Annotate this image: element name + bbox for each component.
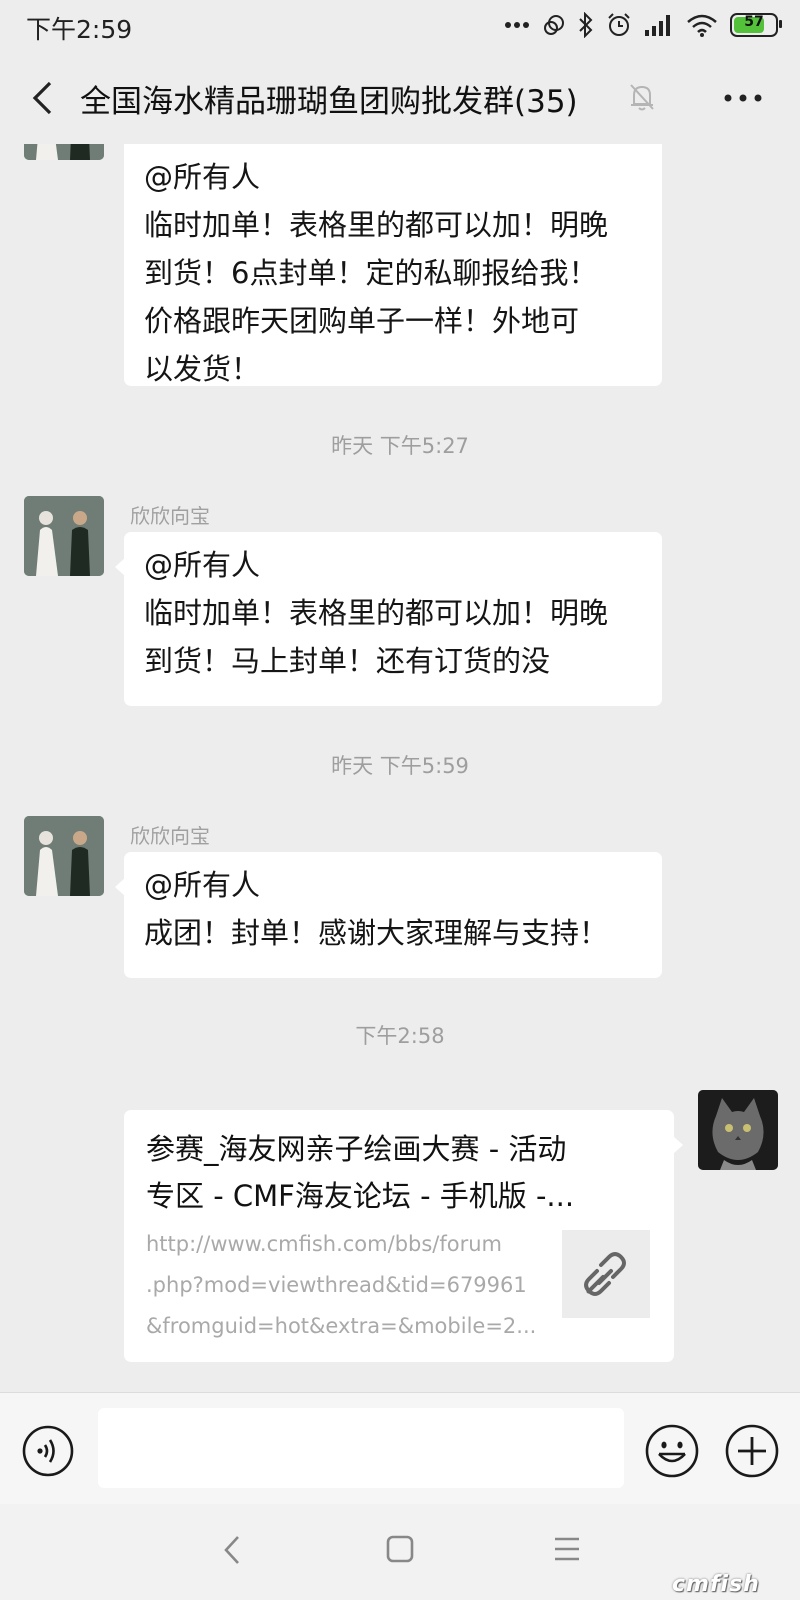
message-text: 成团！封单！感谢大家理解与支持！ (144, 916, 609, 950)
watermark: cmfish (672, 1572, 760, 1597)
more-horizontal-icon (724, 94, 762, 102)
battery-icon: 57 (730, 13, 782, 37)
link-url: http://www.cmfish.com/bbs/forum .php?mod… (146, 1224, 537, 1347)
chevron-left-icon (32, 81, 52, 115)
message-text: 到货！6点封单！定的私聊报给我！ (144, 256, 598, 290)
message-list[interactable]: @所有人 临时加单！表格里的都可以加！明晚 到货！6点封单！定的私聊报给我！ 价… (0, 144, 800, 1392)
timestamp: 昨天 下午5:27 (331, 434, 469, 458)
status-time: 下午2:59 (26, 15, 133, 44)
message-text: 临时加单！表格里的都可以加！明晚 (144, 596, 609, 630)
alarm-icon (608, 13, 630, 36)
message-bubble[interactable]: @所有人 临时加单！表格里的都可以加！明晚 到货！马上封单！还有订货的没 (115, 532, 662, 706)
message-text: 临时加单！表格里的都可以加！明晚 (144, 208, 609, 242)
link-url-line: http://www.cmfish.com/bbs/forum (146, 1232, 503, 1256)
status-bar: 下午2:59 57 (0, 0, 800, 52)
battery-level: 57 (744, 14, 764, 30)
message-text: 价格跟昨天团购单子一样！外地可 (144, 304, 580, 338)
nav-home-icon[interactable] (385, 1534, 415, 1564)
input-bar (0, 1392, 800, 1505)
wedding-photo-icon (24, 144, 104, 160)
wedding-photo-icon (24, 496, 104, 576)
chat-header: 全国海水精品珊瑚鱼团购批发群(35) (0, 52, 800, 144)
plus-icon[interactable] (725, 1424, 779, 1478)
message-text: @所有人 (144, 868, 261, 902)
link-card[interactable]: 参赛_海友网亲子绘画大赛 - 活动 专区 - CMF海友论坛 - 手机版 -..… (124, 1110, 683, 1362)
emoji-icon[interactable] (645, 1424, 699, 1478)
avatar[interactable] (24, 496, 104, 576)
chat-title: 全国海水精品珊瑚鱼团购批发群(35) (80, 84, 578, 120)
message-bubble[interactable]: @所有人 临时加单！表格里的都可以加！明晚 到货！6点封单！定的私聊报给我！ 价… (124, 144, 662, 386)
link-icon (584, 1252, 626, 1296)
link-thumbnail (562, 1230, 650, 1318)
nav-back-icon[interactable] (222, 1534, 242, 1566)
message-text: @所有人 (144, 160, 261, 194)
timestamp: 下午2:58 (355, 1024, 445, 1048)
more-dots-icon (505, 22, 529, 28)
sender-name: 欣欣向宝 (130, 504, 210, 528)
sender-name: 欣欣向宝 (130, 824, 210, 848)
status-icons: 57 (504, 12, 782, 38)
sync-icon (544, 15, 564, 35)
wedding-photo-icon (24, 816, 104, 896)
more-button[interactable] (718, 76, 768, 120)
voice-icon[interactable] (22, 1425, 74, 1477)
message-text: 到货！马上封单！还有订货的没 (144, 644, 551, 678)
bluetooth-icon (579, 12, 593, 38)
avatar[interactable] (24, 144, 104, 160)
message-text: 以发货！ (144, 352, 261, 386)
signal-icon (645, 15, 670, 36)
timestamp: 昨天 下午5:59 (331, 754, 469, 778)
wifi-icon (687, 14, 717, 37)
message-bubble[interactable]: @所有人 成团！封单！感谢大家理解与支持！ (115, 852, 662, 978)
avatar[interactable] (24, 816, 104, 896)
link-title: 参赛_海友网亲子绘画大赛 - 活动 (146, 1132, 567, 1166)
cat-photo-icon (698, 1090, 778, 1170)
mute-bell-icon (630, 84, 654, 111)
message-text: @所有人 (144, 548, 261, 582)
link-url-line: &fromguid=hot&extra=&mobile=2... (146, 1314, 537, 1338)
my-avatar[interactable] (698, 1090, 778, 1170)
link-url-line: .php?mod=viewthread&tid=679961 (146, 1273, 527, 1297)
nav-menu-icon[interactable] (553, 1536, 581, 1562)
message-input[interactable] (98, 1408, 624, 1488)
back-button[interactable] (22, 74, 62, 122)
link-title: 专区 - CMF海友论坛 - 手机版 -... (146, 1179, 575, 1213)
